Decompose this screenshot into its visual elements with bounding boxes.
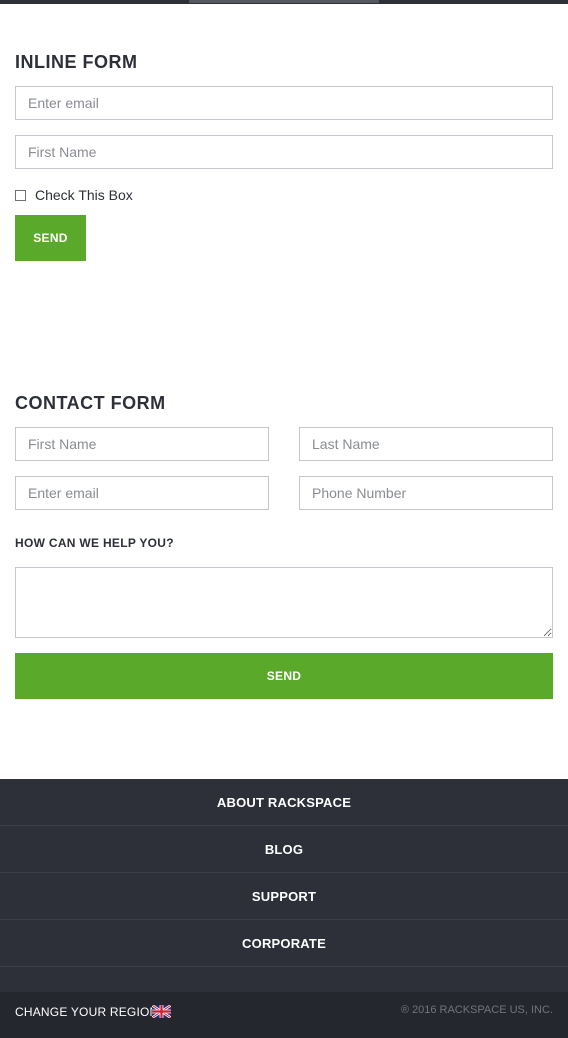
footer-link-about[interactable]: ABOUT RACKSPACE — [0, 779, 568, 826]
contact-form-title: CONTACT FORM — [15, 393, 166, 413]
inline-form-title: INLINE FORM — [15, 52, 138, 72]
change-region-link[interactable]: CHANGE YOUR REGION: — [15, 1005, 162, 1019]
active-tab-indicator — [189, 0, 379, 3]
inline-send-button[interactable]: SEND — [15, 215, 86, 261]
top-nav-bar — [0, 0, 568, 4]
contact-last-name-input[interactable] — [299, 427, 553, 461]
footer-nav: ABOUT RACKSPACE BLOG SUPPORT CORPORATE — [0, 779, 568, 992]
inline-email-input[interactable] — [15, 86, 553, 120]
check-this-box-checkbox[interactable] — [15, 189, 26, 201]
uk-flag-icon[interactable] — [152, 1005, 171, 1018]
check-this-box-row[interactable]: Check This Box — [15, 186, 133, 204]
help-question-label: HOW CAN WE HELP YOU? — [15, 536, 174, 550]
footer-link-blog[interactable]: BLOG — [0, 826, 568, 873]
inline-first-name-input[interactable] — [15, 135, 553, 169]
footer-bottom-bar: CHANGE YOUR REGION: ® 2016 RACKSPACE US,… — [0, 992, 568, 1038]
contact-send-button[interactable]: SEND — [15, 653, 553, 699]
footer-link-corporate[interactable]: CORPORATE — [0, 920, 568, 967]
checkbox-label: Check This Box — [35, 187, 133, 203]
contact-phone-input[interactable] — [299, 476, 553, 510]
contact-email-input[interactable] — [15, 476, 269, 510]
footer-link-support[interactable]: SUPPORT — [0, 873, 568, 920]
copyright-text: ® 2016 RACKSPACE US, INC. — [400, 1004, 553, 1016]
contact-first-name-input[interactable] — [15, 427, 269, 461]
help-message-textarea[interactable] — [15, 567, 553, 638]
